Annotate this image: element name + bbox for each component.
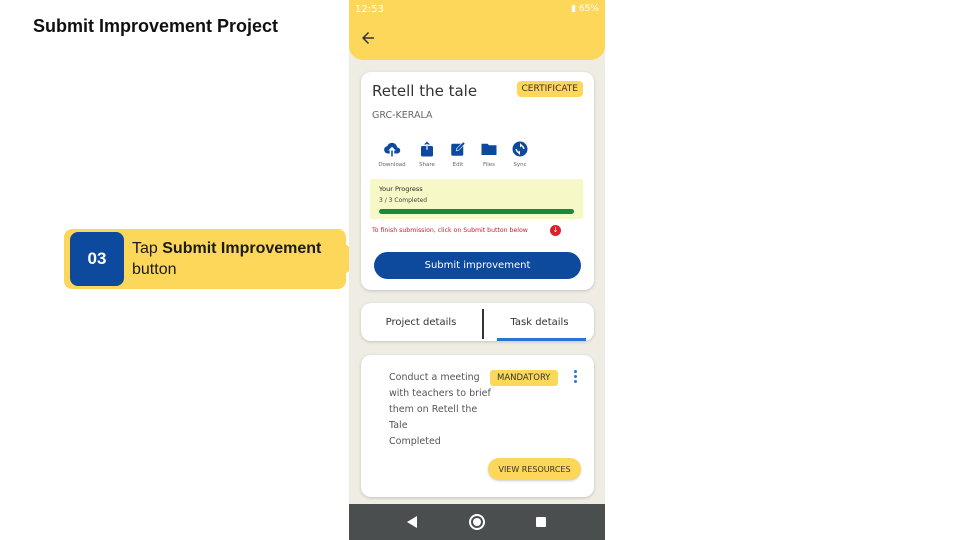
download-label: Download — [378, 162, 406, 168]
project-title: Retell the tale — [372, 82, 478, 100]
nav-home-icon[interactable] — [469, 514, 485, 530]
progress-bar — [379, 209, 574, 214]
cloud-download-icon — [384, 142, 401, 157]
share-label: Share — [419, 162, 435, 168]
submit-improvement-button[interactable]: Submit improvement — [374, 252, 581, 279]
back-arrow-icon[interactable] — [359, 29, 377, 47]
mandatory-badge: MANDATORY — [490, 370, 558, 386]
progress-bar-fill — [379, 209, 574, 214]
system-nav-bar — [349, 504, 605, 540]
tab-project-details[interactable]: Project details — [361, 303, 481, 341]
nav-recents-icon[interactable] — [536, 517, 546, 527]
nav-back-icon[interactable] — [407, 516, 417, 528]
status-battery: ▮ 65% — [571, 4, 599, 14]
certificate-badge: CERTIFICATE — [516, 81, 583, 97]
share-icon — [421, 141, 433, 157]
progress-title: Your Progress — [379, 185, 423, 193]
progress-panel: Your Progress 3 / 3 Completed — [370, 179, 583, 219]
view-resources-button[interactable]: VIEW RESOURCES — [488, 458, 581, 480]
edit-button[interactable]: Edit — [442, 140, 474, 168]
progress-count: 3 / 3 Completed — [379, 197, 428, 204]
step-number-badge: 03 — [70, 232, 124, 286]
callout-text: Tap Submit Improvement button — [132, 238, 337, 280]
folder-icon — [481, 143, 497, 155]
callout-text-suffix: button — [132, 261, 177, 278]
phone-screen: 12:53 ▮ 65% Retell the tale CERTIFICATE … — [349, 0, 605, 540]
details-tabs: Project details Task details — [361, 303, 594, 341]
files-label: Files — [482, 162, 496, 168]
callout-text-prefix: Tap — [132, 240, 163, 257]
sync-icon — [512, 141, 528, 157]
files-button[interactable]: Files — [473, 140, 505, 168]
arrow-down-circle-icon: ↓ — [550, 225, 561, 236]
active-tab-indicator — [497, 338, 586, 341]
status-time: 12:53 — [355, 4, 384, 15]
project-card: Retell the tale CERTIFICATE GRC-KERALA D… — [361, 72, 594, 290]
finish-submission-note: To finish submission, click on Submit bu… — [372, 227, 528, 234]
callout-text-bold: Submit Improvement — [162, 240, 322, 257]
sync-button[interactable]: Sync — [504, 140, 536, 168]
battery-level: 65% — [578, 4, 599, 14]
edit-icon — [451, 141, 466, 156]
project-org: GRC-KERALA — [372, 110, 433, 121]
share-button[interactable]: Share — [411, 140, 443, 168]
task-description: Conduct a meeting with teachers to brief… — [389, 372, 491, 431]
app-bar: 12:53 ▮ 65% — [349, 0, 605, 60]
more-options-icon[interactable] — [572, 370, 578, 385]
edit-label: Edit — [452, 162, 464, 168]
task-status: Completed — [389, 436, 441, 447]
task-card: Conduct a meeting with teachers to brief… — [361, 355, 594, 497]
download-button[interactable]: Download — [376, 140, 408, 168]
tab-task-details[interactable]: Task details — [485, 303, 594, 341]
sync-label: Sync — [513, 162, 527, 168]
tab-divider — [482, 309, 484, 339]
slide-title: Submit Improvement Project — [33, 16, 279, 36]
